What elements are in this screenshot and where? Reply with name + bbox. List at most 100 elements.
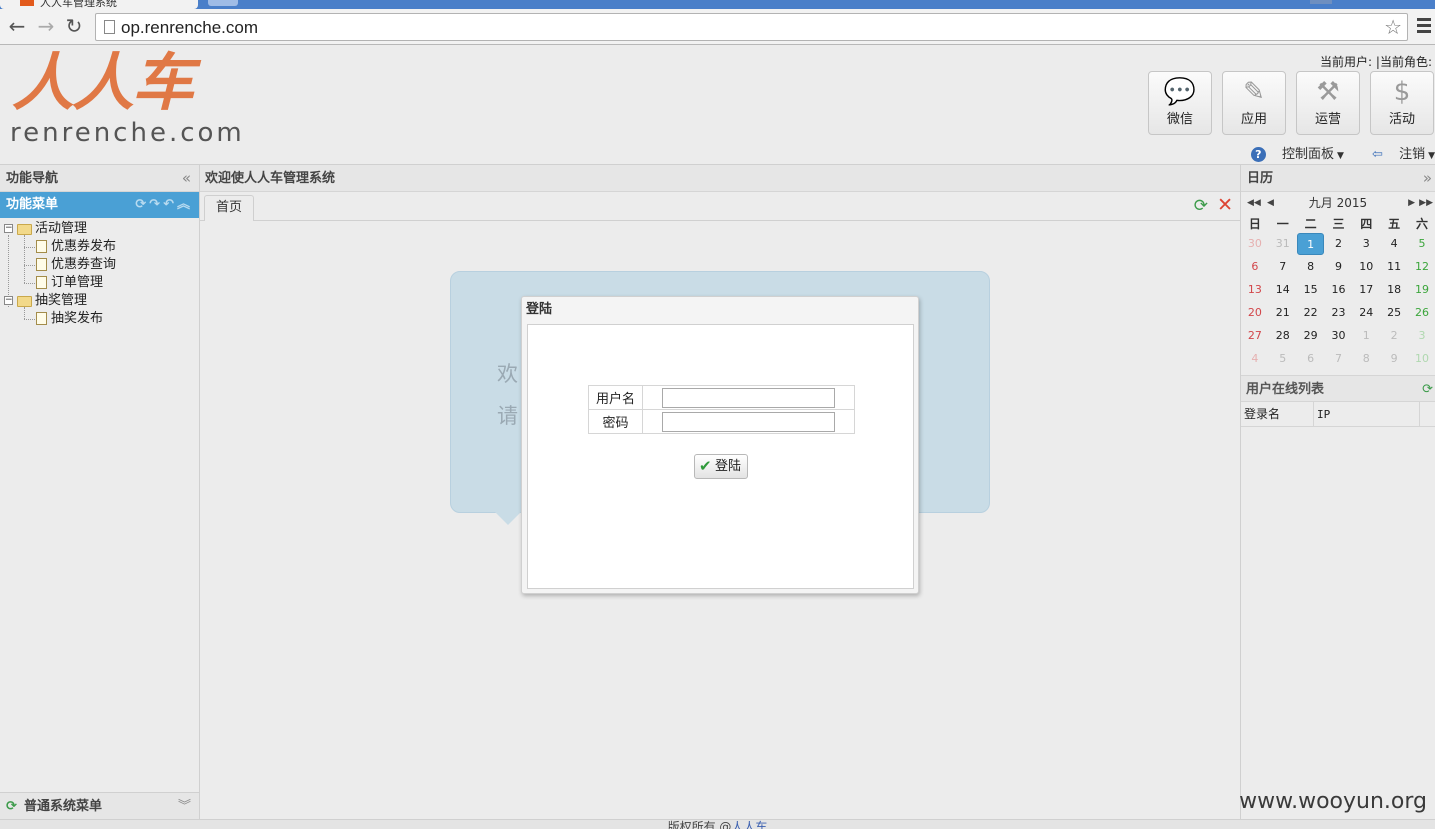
logout-menu[interactable]: ⇦ 注销 ▼ bbox=[1360, 147, 1435, 162]
undo-icon[interactable]: ↶ bbox=[163, 197, 177, 212]
refresh-icon[interactable]: ⟳ bbox=[1422, 376, 1433, 403]
calendar-day[interactable]: 20 bbox=[1241, 301, 1269, 324]
calendar-day[interactable]: 28 bbox=[1269, 324, 1297, 347]
calendar-day[interactable]: 10 bbox=[1352, 255, 1380, 278]
calendar-day[interactable]: 4 bbox=[1241, 347, 1269, 370]
prev-month-icon[interactable]: ◀ bbox=[1267, 192, 1274, 214]
calendar-day[interactable]: 8 bbox=[1297, 255, 1325, 278]
reload-icon[interactable]: ↻ bbox=[63, 14, 85, 38]
login-button[interactable]: ✔ 登陆 bbox=[694, 454, 748, 479]
control-panel-menu[interactable]: ? 控制面板 ▼ bbox=[1239, 147, 1344, 162]
system-menu-header[interactable]: ⟳ 普通系统菜单 ︾ bbox=[0, 792, 199, 819]
username-input[interactable] bbox=[662, 387, 835, 408]
tree-folder-activity[interactable]: − 活动管理 bbox=[0, 220, 199, 238]
calendar-day-selected[interactable]: 1 bbox=[1297, 232, 1325, 255]
app-button[interactable]: ✎ 应用 bbox=[1222, 71, 1286, 135]
refresh-tab-icon[interactable]: ⟳ bbox=[1194, 196, 1208, 216]
column-login-name[interactable]: 登录名 bbox=[1244, 402, 1280, 427]
calendar-day[interactable]: 5 bbox=[1269, 347, 1297, 370]
calendar-day[interactable]: 29 bbox=[1297, 324, 1325, 347]
calendar-day[interactable]: 9 bbox=[1325, 255, 1353, 278]
collapse-up-icon[interactable]: ︽ bbox=[177, 197, 193, 212]
calendar-day[interactable]: 7 bbox=[1325, 347, 1353, 370]
prev-year-icon[interactable]: ◀◀ bbox=[1247, 192, 1261, 214]
tree-item-coupon-publish[interactable]: 优惠券发布 bbox=[0, 238, 199, 256]
calendar-day[interactable]: 27 bbox=[1241, 324, 1269, 347]
calendar-day[interactable]: 9 bbox=[1380, 347, 1408, 370]
calendar-day[interactable]: 11 bbox=[1380, 255, 1408, 278]
chevron-down-icon: ▼ bbox=[1336, 151, 1344, 161]
calendar-day[interactable]: 7 bbox=[1269, 255, 1297, 278]
next-year-icon[interactable]: ▶▶ bbox=[1419, 192, 1433, 214]
refresh-icon[interactable]: ⟳ bbox=[135, 197, 149, 212]
calendar-day[interactable]: 21 bbox=[1269, 301, 1297, 324]
calendar-day-number: 10 bbox=[1359, 260, 1374, 273]
calendar-day[interactable]: 8 bbox=[1352, 347, 1380, 370]
calendar-day[interactable]: 31 bbox=[1269, 232, 1297, 255]
collapse-node-icon[interactable]: − bbox=[4, 296, 13, 305]
calendar-day[interactable]: 12 bbox=[1408, 255, 1435, 278]
window-control[interactable] bbox=[1310, 0, 1332, 4]
calendar-day[interactable]: 30 bbox=[1241, 232, 1269, 255]
operation-button[interactable]: ⚒ 运营 bbox=[1296, 71, 1360, 135]
browser-menu-icon[interactable] bbox=[1417, 18, 1431, 36]
calendar-day[interactable]: 30 bbox=[1325, 324, 1353, 347]
calendar-day[interactable]: 3 bbox=[1352, 232, 1380, 255]
redo-icon[interactable]: ↷ bbox=[149, 197, 163, 212]
tab-home[interactable]: 首页 bbox=[204, 195, 255, 221]
expand-down-icon[interactable]: ︾ bbox=[178, 793, 191, 820]
weekday-label: 二 bbox=[1304, 216, 1317, 231]
calendar-day[interactable]: 14 bbox=[1269, 278, 1297, 301]
calendar-day[interactable]: 22 bbox=[1297, 301, 1325, 324]
calendar-day-number: 7 bbox=[1279, 260, 1287, 273]
calendar-day[interactable]: 24 bbox=[1352, 301, 1380, 324]
function-menu-header[interactable]: 功能菜单 ⟳↷↶︽ bbox=[0, 192, 199, 218]
calendar-day[interactable]: 17 bbox=[1352, 278, 1380, 301]
new-tab-button[interactable] bbox=[208, 0, 238, 6]
calendar-day[interactable]: 2 bbox=[1325, 232, 1353, 255]
calendar-day[interactable]: 13 bbox=[1241, 278, 1269, 301]
activity-button[interactable]: $ 活动 bbox=[1370, 71, 1434, 135]
collapse-right-icon[interactable]: » bbox=[1423, 165, 1432, 192]
url-text[interactable]: op.renrenche.com bbox=[121, 18, 258, 38]
forward-icon[interactable]: → bbox=[35, 14, 57, 38]
calendar-month[interactable]: 九月 bbox=[1309, 196, 1333, 210]
tree-line bbox=[24, 265, 35, 266]
wechat-button[interactable]: 💬 微信 bbox=[1148, 71, 1212, 135]
close-tab-icon[interactable]: ✕ bbox=[1217, 194, 1233, 216]
calendar-day-number: 30 bbox=[1331, 329, 1346, 342]
password-input[interactable] bbox=[662, 411, 835, 432]
collapse-node-icon[interactable]: − bbox=[4, 224, 13, 233]
calendar-day[interactable]: 18 bbox=[1380, 278, 1408, 301]
tree-item-order-manage[interactable]: 订单管理 bbox=[0, 274, 199, 292]
calendar-day[interactable]: 10 bbox=[1408, 347, 1435, 370]
tree-item-coupon-query[interactable]: 优惠券查询 bbox=[0, 256, 199, 274]
calendar-day-number: 13 bbox=[1247, 283, 1262, 296]
calendar-day[interactable]: 2 bbox=[1380, 324, 1408, 347]
calendar-day[interactable]: 1 bbox=[1352, 324, 1380, 347]
browser-tab[interactable]: 人人车管理系统 bbox=[0, 0, 198, 9]
bookmark-star-icon[interactable]: ☆ bbox=[1384, 15, 1402, 39]
tree-item-lottery-publish[interactable]: 抽奖发布 bbox=[0, 310, 199, 328]
footer-copyright: 版权所有 @ bbox=[667, 820, 732, 829]
calendar-day[interactable]: 25 bbox=[1380, 301, 1408, 324]
calendar-day[interactable]: 23 bbox=[1325, 301, 1353, 324]
calendar-day[interactable]: 16 bbox=[1325, 278, 1353, 301]
column-ip[interactable]: IP bbox=[1313, 402, 1330, 427]
calendar-day[interactable]: 6 bbox=[1241, 255, 1269, 278]
calendar-day[interactable]: 5 bbox=[1408, 232, 1435, 255]
calendar-day[interactable]: 4 bbox=[1380, 232, 1408, 255]
calendar-day[interactable]: 26 bbox=[1408, 301, 1435, 324]
collapse-left-icon[interactable]: « bbox=[182, 165, 191, 192]
back-icon[interactable]: ← bbox=[6, 14, 28, 38]
tree-folder-lottery[interactable]: − 抽奖管理 bbox=[0, 292, 199, 310]
footer-link[interactable]: 人人车 bbox=[731, 820, 767, 829]
next-month-icon[interactable]: ▶ bbox=[1408, 192, 1415, 214]
calendar-year[interactable]: 2015 bbox=[1337, 196, 1368, 210]
calendar-day[interactable]: 6 bbox=[1297, 347, 1325, 370]
calendar-day[interactable]: 3 bbox=[1408, 324, 1435, 347]
address-bar[interactable]: op.renrenche.com ☆ bbox=[95, 13, 1408, 41]
calendar-day[interactable]: 15 bbox=[1297, 278, 1325, 301]
calendar-day[interactable]: 19 bbox=[1408, 278, 1435, 301]
calendar-day-number: 1 bbox=[1362, 329, 1370, 342]
